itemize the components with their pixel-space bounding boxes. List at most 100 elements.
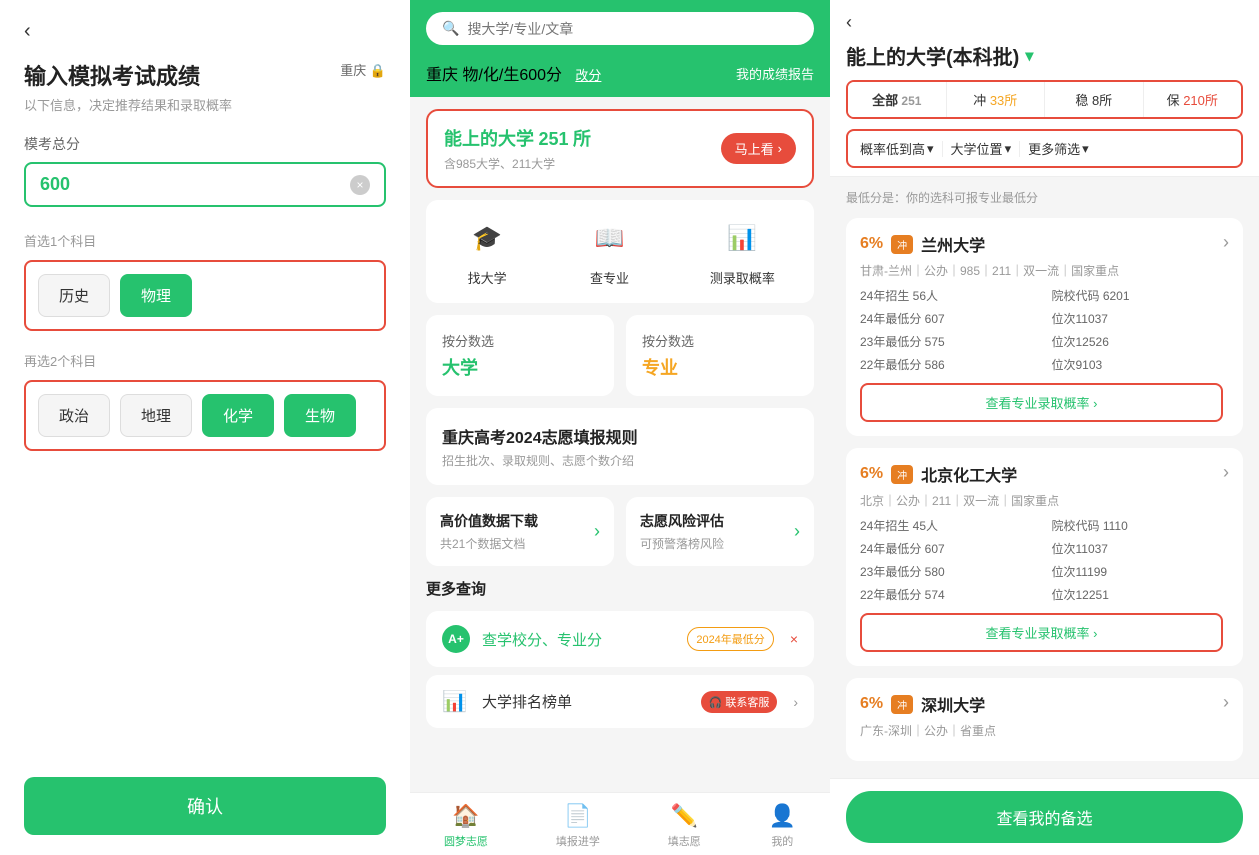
find-uni-btn[interactable]: 🎓 找大学	[465, 216, 509, 287]
subject-physics-btn[interactable]: 物理	[120, 274, 192, 317]
gaokao-card-title: 重庆高考2024志愿填报规则	[442, 424, 798, 448]
shenzhen-name: 深圳大学	[921, 692, 985, 716]
score-select-major-card[interactable]: 按分数选 专业	[626, 315, 814, 396]
uni-card-shenzhen: 6% 冲 深圳大学 广东-深圳｜公办｜省重点 ›	[846, 678, 1243, 761]
uni-ranking-label: 大学排名榜单	[482, 691, 689, 712]
can-enter-card[interactable]: 能上的大学 251 所 含985大学、211大学 马上看 ›	[426, 109, 814, 188]
shenzhen-top: 6% 冲 深圳大学 广东-深圳｜公办｜省重点 ›	[860, 692, 1229, 747]
subject2-grid: 政治 地理 化学 生物	[24, 380, 386, 451]
subject-history-btn[interactable]: 历史	[38, 274, 110, 317]
find-major-label: 查专业	[590, 268, 629, 287]
find-uni-label: 找大学	[468, 268, 507, 287]
location-badge: 重庆 🔒	[340, 60, 386, 79]
sort-prob-filter[interactable]: 概率低到高 ▾	[860, 139, 934, 158]
score-input-wrapper: ×	[24, 162, 386, 207]
lanzhou-enroll: 24年招生 56人	[860, 287, 1032, 304]
nav-profile[interactable]: 👤 我的	[769, 803, 796, 849]
school-score-close[interactable]: ×	[790, 631, 798, 647]
more-filters-btn[interactable]: 更多筛选 ▾	[1028, 139, 1089, 158]
subject-politics-btn[interactable]: 政治	[38, 394, 110, 437]
uni-card-bjcu: 6% 冲 北京化工大学 北京｜公办｜211｜双一流｜国家重点 24年招生 45人…	[846, 448, 1243, 666]
filter-tabs: 全部 251 冲 33所 稳 8所 保 210所	[846, 80, 1243, 119]
score-input[interactable]	[40, 174, 350, 195]
can-enter-subtitle: 含985大学、211大学	[444, 155, 591, 172]
change-score-link[interactable]: 改分	[575, 68, 601, 83]
nav-profile-label: 我的	[771, 833, 793, 849]
nav-home-label: 圆梦志愿	[444, 833, 488, 849]
nav-fill[interactable]: 📄 填报进学	[556, 803, 600, 849]
filter-tab-safe[interactable]: 保 210所	[1144, 82, 1242, 117]
risk-assess-card[interactable]: 志愿风险评估 可预警落榜风险 ›	[626, 497, 814, 566]
subject-geography-btn[interactable]: 地理	[120, 394, 192, 437]
min-score-hint: 最低分是：你的选科可报专业最低分	[846, 189, 1243, 206]
gaokao-card[interactable]: 重庆高考2024志愿填报规则 招生批次、录取规则、志愿个数介绍	[426, 408, 814, 485]
find-major-btn[interactable]: 📖 查专业	[587, 216, 631, 287]
title-dropdown-arrow[interactable]: ▾	[1025, 46, 1033, 66]
right-header: ‹ 能上的大学(本科批) ▾ 全部 251 冲 33所 稳 8所 保 210所 …	[830, 0, 1259, 177]
score-select-uni-label: 按分数选	[442, 331, 598, 350]
uni-ranking-query[interactable]: 📊 大学排名榜单 🎧 联系客服 ›	[426, 675, 814, 728]
calc-prob-icon: 📊	[720, 216, 764, 260]
sort-prob-arrow: ▾	[927, 141, 934, 157]
search-bar-section: 🔍	[410, 0, 830, 61]
more-query-label: 更多查询	[426, 578, 814, 599]
search-bar[interactable]: 🔍	[426, 12, 814, 45]
filter-divider1	[942, 141, 943, 157]
lanzhou-prob: 6%	[860, 235, 883, 253]
can-enter-info: 能上的大学 251 所 含985大学、211大学	[444, 125, 591, 172]
uni-ranking-arrow: ›	[793, 694, 798, 710]
bjcu-rank24: 位次11037	[1052, 540, 1224, 557]
page-subtitle-left: 以下信息，决定推荐结果和录取概率	[24, 95, 386, 114]
calc-prob-btn[interactable]: 📊 测录取概率	[710, 216, 775, 287]
lanzhou-min23: 23年最低分 575	[860, 333, 1032, 350]
university-list: 最低分是：你的选科可报专业最低分 6% 冲 兰州大学 甘肃-兰州｜公办｜985｜…	[830, 177, 1259, 778]
data-download-card[interactable]: 高价值数据下载 共21个数据文档 ›	[426, 497, 614, 566]
search-input[interactable]	[467, 21, 798, 37]
right-page-title: 能上的大学(本科批) ▾	[846, 41, 1243, 70]
score-select-uni-card[interactable]: 按分数选 大学	[426, 315, 614, 396]
nav-profile-icon: 👤	[769, 803, 796, 829]
school-score-query[interactable]: A+ 查学校分、专业分 2024年最低分 ×	[426, 611, 814, 667]
calc-prob-label: 测录取概率	[710, 268, 775, 287]
subject-biology-btn[interactable]: 生物	[284, 394, 356, 437]
asap-button[interactable]: 马上看 ›	[721, 133, 796, 164]
right-footer: 查看我的备选	[830, 778, 1259, 855]
bjcu-code: 院校代码 1110	[1052, 517, 1224, 534]
risk-assess-arrow: ›	[794, 521, 800, 542]
filter-tab-stable[interactable]: 稳 8所	[1045, 82, 1144, 117]
lanzhou-top: 6% 冲 兰州大学 甘肃-兰州｜公办｜985｜211｜双一流｜国家重点 24年招…	[860, 232, 1229, 422]
filter-tab-all[interactable]: 全部 251	[848, 82, 947, 117]
lanzhou-view-prob-btn[interactable]: 查看专业录取概率 ›	[860, 383, 1223, 422]
nav-volunteer[interactable]: ✏️ 填志愿	[668, 803, 701, 849]
clear-button[interactable]: ×	[350, 175, 370, 195]
lanzhou-name: 兰州大学	[921, 232, 985, 256]
lanzhou-rank22: 位次9103	[1052, 356, 1224, 373]
back-button-right[interactable]: ‹	[846, 12, 1243, 33]
score-select-major-label: 按分数选	[642, 331, 798, 350]
data-download-arrow: ›	[594, 521, 600, 542]
filter-tab-rush[interactable]: 冲 33所	[947, 82, 1046, 117]
shenzhen-info: 6% 冲 深圳大学 广东-深圳｜公办｜省重点	[860, 692, 1223, 747]
bjcu-min23: 23年最低分 580	[860, 563, 1032, 580]
score-select-cards: 按分数选 大学 按分数选 专业	[426, 315, 814, 396]
gaokao-card-subtitle: 招生批次、录取规则、志愿个数介绍	[442, 452, 798, 469]
bjcu-view-prob-btn[interactable]: 查看专业录取概率 ›	[860, 613, 1223, 652]
data-download-info: 高价值数据下载 共21个数据文档	[440, 511, 538, 552]
bjcu-tag: 冲	[891, 465, 913, 484]
shenzhen-header: 6% 冲 深圳大学	[860, 692, 1223, 716]
back-button-left[interactable]: ‹	[24, 20, 48, 43]
report-link[interactable]: 我的成绩报告	[736, 64, 814, 83]
subject-chemistry-btn[interactable]: 化学	[202, 394, 274, 437]
lanzhou-stats: 24年招生 56人 院校代码 6201 24年最低分 607 位次11037 2…	[860, 287, 1223, 373]
shenzhen-tag: 冲	[891, 695, 913, 714]
panel-left: ‹ 输入模拟考试成绩 以下信息，决定推荐结果和录取概率 重庆 🔒 模考总分 × …	[0, 0, 410, 855]
confirm-button[interactable]: 确认	[24, 777, 386, 835]
lanzhou-header: 6% 冲 兰州大学	[860, 232, 1223, 256]
shenzhen-arrow: ›	[1223, 692, 1229, 713]
view-selection-button[interactable]: 查看我的备选	[846, 791, 1243, 843]
nav-home[interactable]: 🏠 圆梦志愿	[444, 803, 488, 849]
sort-location-filter[interactable]: 大学位置 ▾	[951, 139, 1012, 158]
lanzhou-meta: 甘肃-兰州｜公办｜985｜211｜双一流｜国家重点	[860, 262, 1223, 279]
bjcu-min22: 22年最低分 574	[860, 586, 1032, 603]
bottom-nav: 🏠 圆梦志愿 📄 填报进学 ✏️ 填志愿 👤 我的	[410, 792, 830, 855]
